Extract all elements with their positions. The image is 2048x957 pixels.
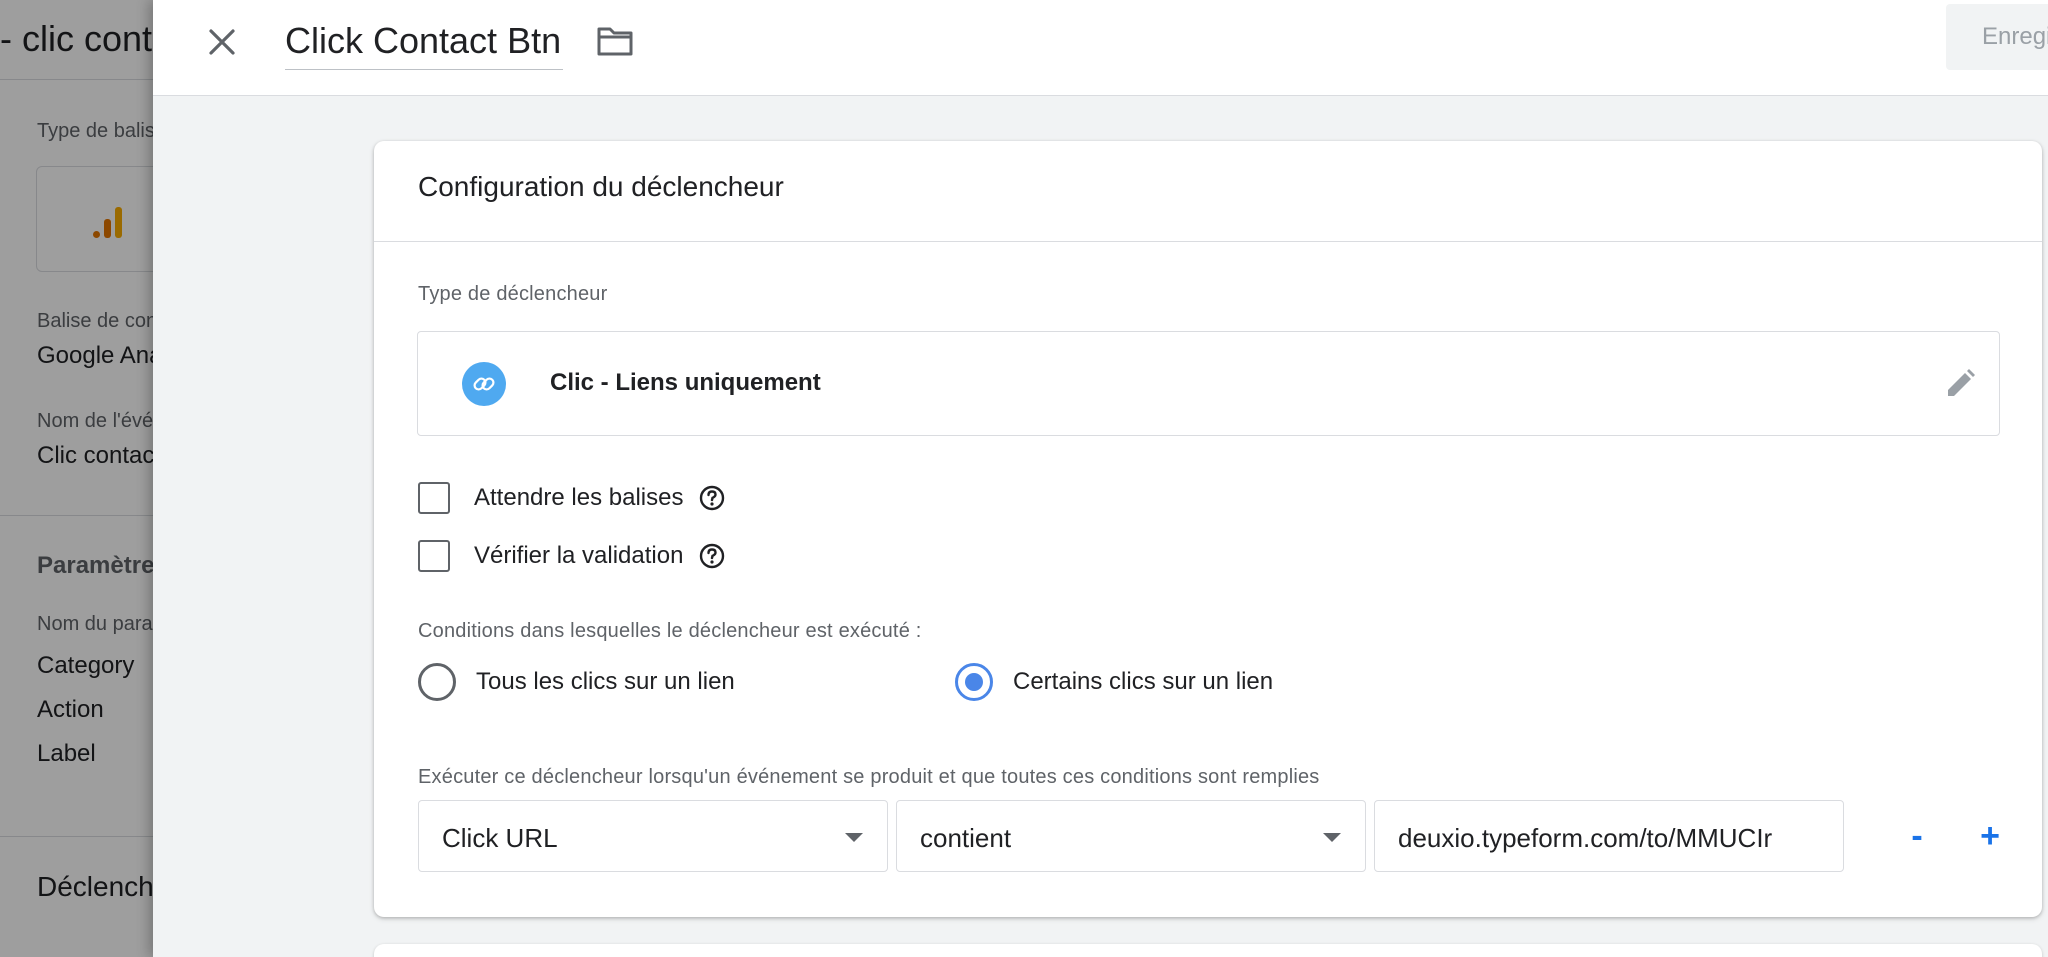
filter-value-input[interactable]: deuxio.typeform.com/to/MMUCIr: [1374, 800, 1844, 872]
close-button[interactable]: [200, 20, 244, 64]
check-validation-checkbox[interactable]: [418, 540, 450, 572]
card-title: Configuration du déclencheur: [418, 171, 784, 202]
check-validation-option[interactable]: Vérifier la validation: [418, 536, 725, 576]
filter-variable-value: Click URL: [442, 823, 558, 853]
filter-operator-select[interactable]: contient: [896, 800, 1366, 872]
filter-operator-value: contient: [920, 823, 1012, 853]
all-link-clicks-radio[interactable]: [418, 663, 456, 701]
panel-header: Click Contact Btn Enregistrer: [153, 0, 2048, 96]
pencil-icon[interactable]: [1942, 366, 1978, 402]
filter-variable-select[interactable]: Click URL: [418, 800, 888, 872]
trigger-type-selector[interactable]: Clic - Liens uniquement: [417, 331, 2000, 436]
some-link-clicks-radio[interactable]: [955, 663, 993, 701]
conditions-label: Conditions dans lesquelles le déclencheu…: [418, 620, 922, 642]
chevron-down-icon: [845, 833, 863, 842]
help-icon[interactable]: [699, 543, 725, 569]
trigger-type-label: Type de déclencheur: [418, 283, 608, 305]
help-icon[interactable]: [699, 485, 725, 511]
save-button[interactable]: Enregistrer: [1946, 4, 2048, 70]
link-icon: [473, 377, 495, 391]
trigger-editor-panel: Click Contact Btn Enregistrer Configurat…: [153, 0, 2048, 957]
chevron-down-icon: [1323, 833, 1341, 842]
filter-value-text: deuxio.typeform.com/to/MMUCIr: [1398, 823, 1773, 853]
all-link-clicks-label: Tous les clics sur un lien: [476, 668, 735, 695]
wait-for-tags-option[interactable]: Attendre les balises: [418, 478, 725, 518]
card-divider: [374, 241, 2042, 242]
next-card-edge: [374, 944, 2042, 957]
all-link-clicks-option[interactable]: Tous les clics sur un lien: [418, 662, 735, 702]
filter-conditions-label: Exécuter ce déclencheur lorsqu'un événem…: [418, 766, 1320, 788]
some-link-clicks-option[interactable]: Certains clics sur un lien: [955, 662, 1273, 702]
remove-condition-button[interactable]: -: [1897, 817, 1937, 857]
link-trigger-icon-badge: [462, 362, 506, 406]
trigger-configuration-card: Configuration du déclencheur Type de déc…: [374, 141, 2042, 917]
wait-for-tags-checkbox[interactable]: [418, 482, 450, 514]
wait-for-tags-label: Attendre les balises: [474, 484, 684, 511]
add-condition-button[interactable]: +: [1970, 817, 2010, 857]
folder-button[interactable]: [593, 20, 637, 62]
folder-icon: [597, 27, 633, 56]
some-link-clicks-label: Certains clics sur un lien: [1013, 668, 1274, 695]
close-icon: [209, 29, 235, 55]
check-validation-label: Vérifier la validation: [474, 542, 684, 569]
trigger-name-input[interactable]: Click Contact Btn: [285, 20, 561, 61]
trigger-type-value: Clic - Liens uniquement: [550, 369, 821, 396]
trigger-name-field[interactable]: Click Contact Btn: [285, 18, 564, 70]
